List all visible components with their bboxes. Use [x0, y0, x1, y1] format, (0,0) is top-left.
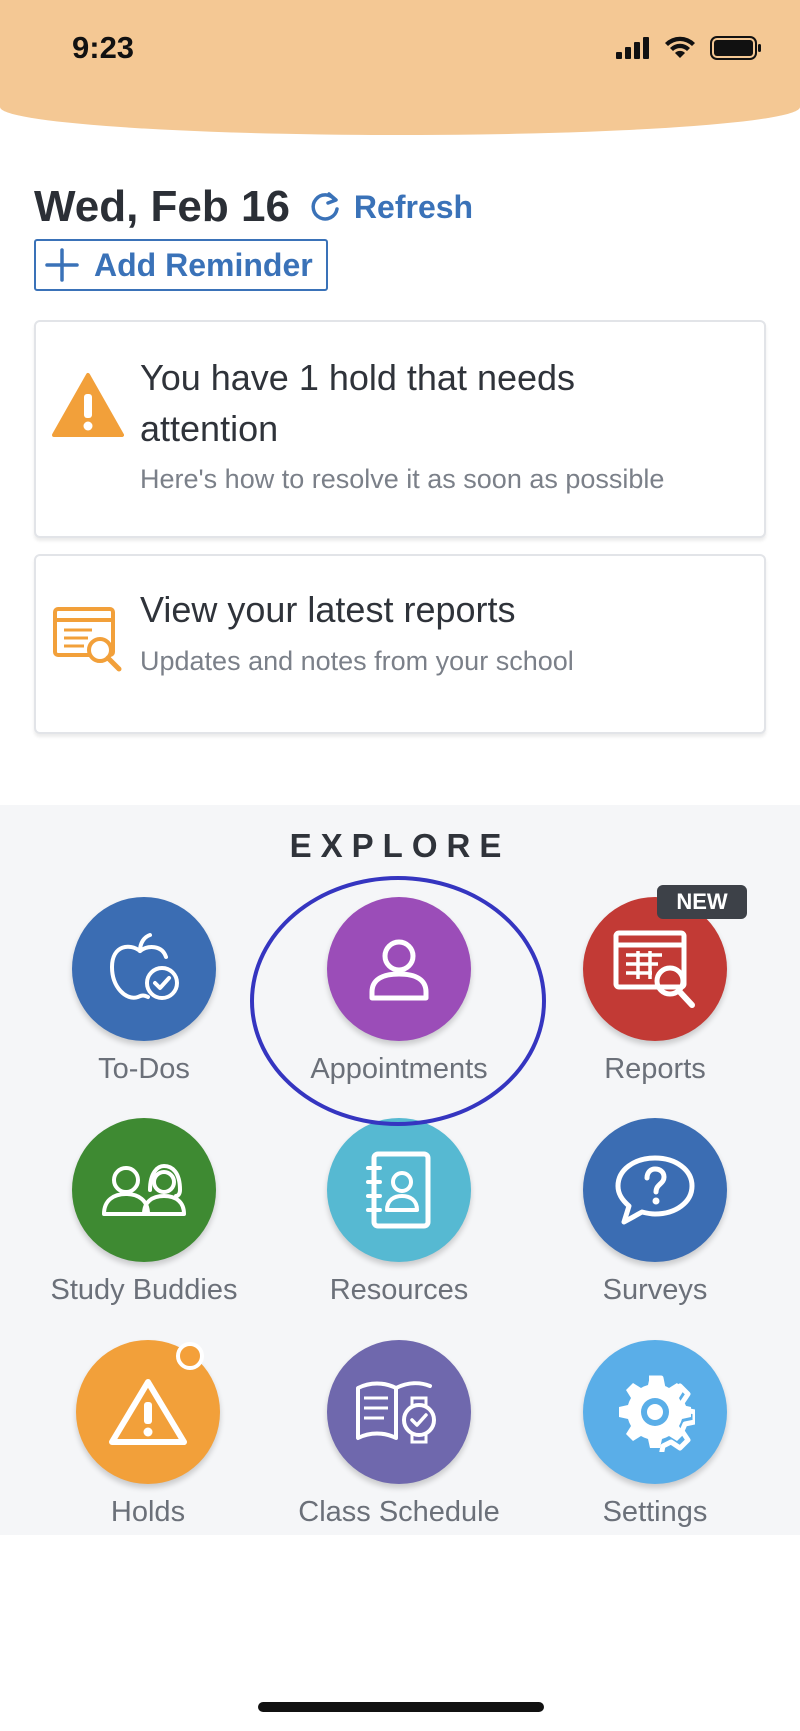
tile-settings[interactable]: Settings [530, 1340, 780, 1529]
tile-surveys[interactable]: Surveys [530, 1118, 780, 1307]
class-schedule-label: Class Schedule [298, 1496, 500, 1528]
warning-icon [52, 373, 124, 437]
tile-holds[interactable]: Holds [23, 1340, 273, 1529]
question-bubble-icon [615, 1155, 695, 1225]
appointments-label: Appointments [310, 1053, 488, 1085]
person-icon [369, 939, 429, 1001]
add-reminder-button[interactable]: Add Reminder [34, 239, 328, 291]
to-dos-circle [72, 897, 216, 1041]
book-watch-icon [356, 1381, 436, 1444]
study-buddies-label: Study Buddies [50, 1274, 238, 1306]
report-search-icon [53, 607, 122, 672]
study-buddies-circle [72, 1118, 216, 1262]
to-dos-label: To-Dos [98, 1053, 190, 1085]
status-time: 9:23 [72, 30, 135, 65]
wifi-icon [665, 36, 695, 58]
tile-class-schedule[interactable]: Class Schedule [274, 1340, 524, 1529]
report-search-icon [613, 930, 695, 1008]
header-band [0, 0, 800, 135]
warning-icon [109, 1379, 187, 1445]
gear-icon [619, 1375, 695, 1452]
hold-alert-card[interactable]: You have 1 hold that needs attention Her… [34, 320, 766, 538]
tile-resources[interactable]: Resources [274, 1118, 524, 1307]
appointments-circle [327, 897, 471, 1041]
two-people-icon [102, 1163, 186, 1216]
reports-card[interactable]: View your latest reports Updates and not… [34, 554, 766, 734]
tile-appointments[interactable]: Appointments [274, 897, 524, 1086]
add-reminder-label: Add Reminder [94, 246, 313, 283]
date-text: Wed, Feb 16 [34, 182, 290, 231]
signal-icon [616, 37, 649, 59]
tile-study-buddies[interactable]: Study Buddies [19, 1118, 269, 1307]
hold-card-title-line1: You have 1 hold that needs [140, 357, 576, 398]
refresh-button[interactable]: Refresh [308, 189, 473, 226]
holds-label: Holds [110, 1496, 186, 1528]
reports-label: Reports [604, 1053, 706, 1085]
refresh-label: Refresh [353, 188, 474, 225]
address-book-icon [366, 1151, 431, 1229]
refresh-icon [311, 192, 339, 221]
home-indicator[interactable] [258, 1702, 544, 1712]
status-icons [616, 36, 762, 60]
settings-label: Settings [602, 1496, 708, 1528]
apple-check-icon [109, 933, 179, 1000]
tile-reports[interactable]: Reports [530, 897, 780, 1086]
holds-notification-dot [176, 1342, 204, 1370]
class-schedule-circle [327, 1340, 471, 1484]
resources-label: Resources [329, 1274, 469, 1306]
resources-circle [327, 1118, 471, 1262]
hold-card-title-line2: attention [140, 408, 279, 449]
battery-icon [710, 36, 761, 60]
settings-circle [583, 1340, 727, 1484]
reports-card-title: View your latest reports [140, 589, 516, 630]
surveys-label: Surveys [602, 1274, 708, 1306]
reports-card-subtitle: Updates and notes from your school [140, 646, 574, 676]
surveys-circle [583, 1118, 727, 1262]
plus-icon [45, 248, 79, 282]
tile-to-dos[interactable]: To-Dos [19, 897, 269, 1086]
new-badge: NEW [657, 885, 747, 919]
date-row: Wed, Feb 16 Refresh [34, 182, 473, 232]
explore-title: EXPLORE [289, 827, 511, 864]
hold-card-subtitle: Here's how to resolve it as soon as poss… [140, 464, 665, 494]
